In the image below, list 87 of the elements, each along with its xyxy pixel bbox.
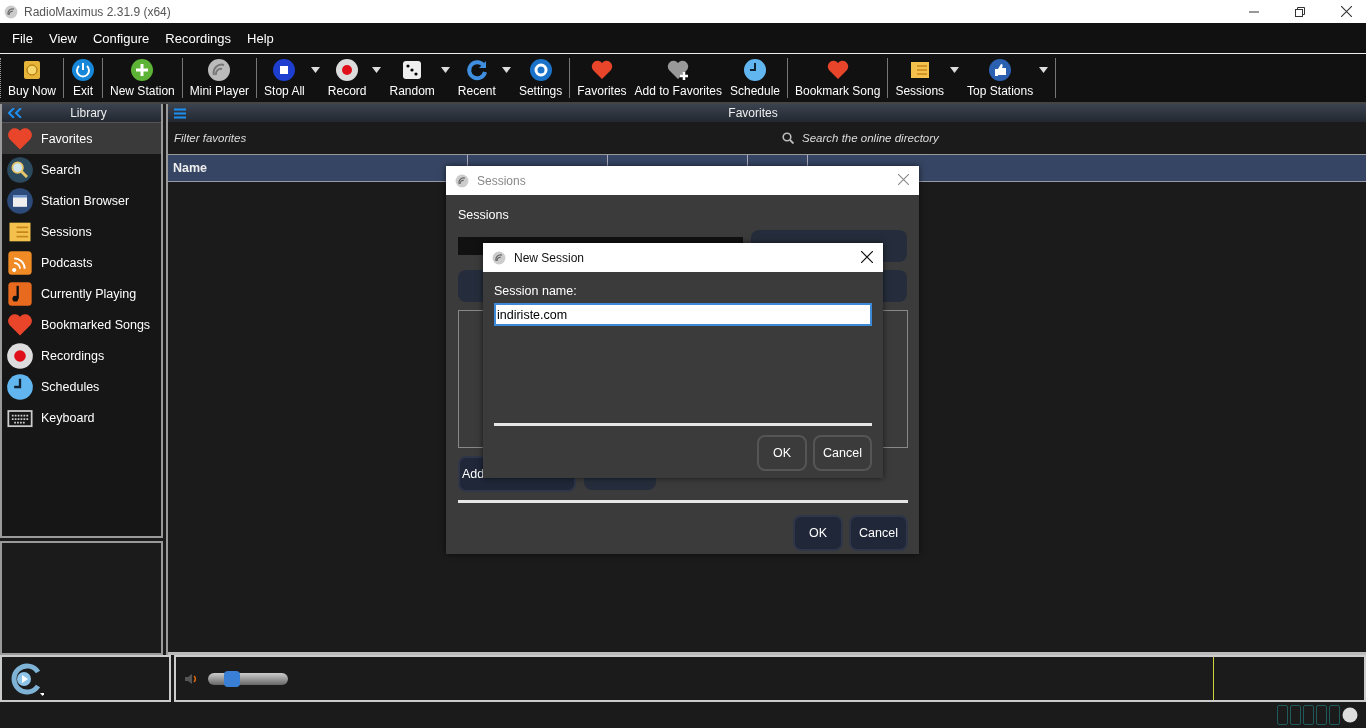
stop-icon [272, 58, 297, 82]
close-icon[interactable] [861, 251, 873, 263]
menu-icon[interactable] [174, 107, 186, 119]
toolbar-button[interactable]: Settings [514, 58, 567, 98]
menu-item[interactable]: Help [239, 30, 282, 46]
dialog-button[interactable]: OK [757, 435, 808, 471]
status-slot [1316, 705, 1327, 725]
clock-icon [743, 58, 767, 82]
rss-icon [6, 248, 34, 277]
dialog-button[interactable]: OK [793, 515, 844, 551]
panel-title: Favorites [727, 106, 779, 120]
menu-item[interactable]: File [4, 30, 41, 46]
status-slot [1329, 705, 1340, 725]
toolbar-button[interactable]: Add to Favorites [630, 58, 726, 98]
record-icon [6, 341, 34, 370]
caret-icon [440, 67, 450, 73]
sidebar-item[interactable]: Search [2, 154, 161, 185]
music-note-icon [6, 279, 34, 308]
caret-icon [310, 67, 320, 73]
power-icon [71, 58, 96, 82]
dialog-title: New Session [514, 250, 585, 265]
toolbar-button[interactable]: Favorites [573, 58, 631, 98]
sidebar-item[interactable]: Bookmarked Songs [2, 309, 161, 340]
menu-item[interactable]: View [40, 30, 85, 46]
search-icon [782, 132, 794, 144]
status-slot [1303, 705, 1314, 725]
volume-slider[interactable] [208, 672, 288, 685]
sidebar-item[interactable]: Currently Playing [2, 278, 161, 309]
caret-icon [501, 67, 511, 73]
heart-icon [825, 58, 850, 82]
toolbar-button[interactable]: Exit [67, 58, 100, 98]
slider-thumb[interactable] [224, 670, 240, 687]
heart-plus-icon [666, 58, 691, 82]
toolbar-button[interactable]: Top Stations [963, 58, 1053, 98]
sidebar-item[interactable]: Podcasts [2, 247, 161, 278]
signal-icon [455, 173, 469, 188]
menu-item[interactable]: Recordings [157, 30, 240, 46]
menu-item[interactable]: Configure [84, 30, 158, 46]
sidebar-item[interactable]: Station Browser [2, 185, 161, 216]
panel-title: Library [69, 106, 108, 120]
toolbar-button[interactable]: New Station [106, 58, 179, 98]
sidebar-item[interactable]: Recordings [2, 340, 161, 371]
play-icon[interactable] [10, 661, 44, 696]
toolbar-button[interactable]: Stop All [260, 58, 324, 98]
sidebar-item[interactable]: Sessions [2, 216, 161, 247]
column-header[interactable]: Name [168, 161, 208, 175]
toolbar-button[interactable]: Schedule [725, 58, 784, 98]
sidebar-item[interactable]: Schedules [2, 371, 161, 402]
clock-icon [6, 372, 34, 401]
section-label: Sessions [458, 208, 510, 222]
restore-icon[interactable] [1295, 6, 1305, 17]
toolbar-button[interactable]: Bookmark Song [791, 58, 885, 98]
thumbs-up-icon [988, 58, 1013, 82]
close-icon[interactable] [1341, 6, 1352, 17]
signal-icon [207, 58, 232, 82]
status-slot [1290, 705, 1301, 725]
signal-icon [492, 250, 506, 265]
status-slot [1277, 705, 1288, 725]
dialog-title: Sessions [477, 173, 526, 188]
sidebar-item[interactable]: Favorites [2, 123, 161, 154]
magnifier-icon [6, 155, 34, 184]
toolbar-button[interactable]: Record [323, 58, 386, 98]
field-label: Session name: [494, 284, 578, 298]
dialog-button[interactable]: Cancel [813, 435, 872, 471]
search-field[interactable]: Search the online directory [782, 131, 1044, 145]
status-icon [1342, 707, 1358, 723]
session-name-field[interactable]: indiriste.com [494, 303, 872, 326]
window-icon [6, 186, 34, 215]
record-icon [335, 58, 360, 82]
collapse-icon[interactable] [8, 108, 22, 118]
refresh-icon [464, 58, 489, 82]
caret-icon [372, 67, 382, 73]
dialog-button[interactable]: Cancel [849, 515, 908, 551]
speaker-icon[interactable] [184, 671, 198, 686]
toolbar-button[interactable]: Mini Player [185, 58, 254, 98]
toolbar-button[interactable]: Random [385, 58, 454, 98]
plus-icon [130, 58, 155, 82]
window-title: RadioMaximus 2.31.9 (x64) [24, 4, 171, 19]
caret-icon [1039, 67, 1049, 73]
toolbar-button[interactable]: Recent [453, 58, 515, 98]
toolbar-button[interactable]: Buy Now [4, 58, 61, 98]
filter-field[interactable]: Filter favorites [168, 131, 736, 145]
caret-icon [950, 67, 960, 73]
sidebar-item[interactable]: Keyboard [2, 402, 161, 433]
heart-icon [589, 58, 614, 82]
signal-icon [4, 4, 18, 19]
toolbar-button[interactable]: Sessions [891, 58, 964, 98]
